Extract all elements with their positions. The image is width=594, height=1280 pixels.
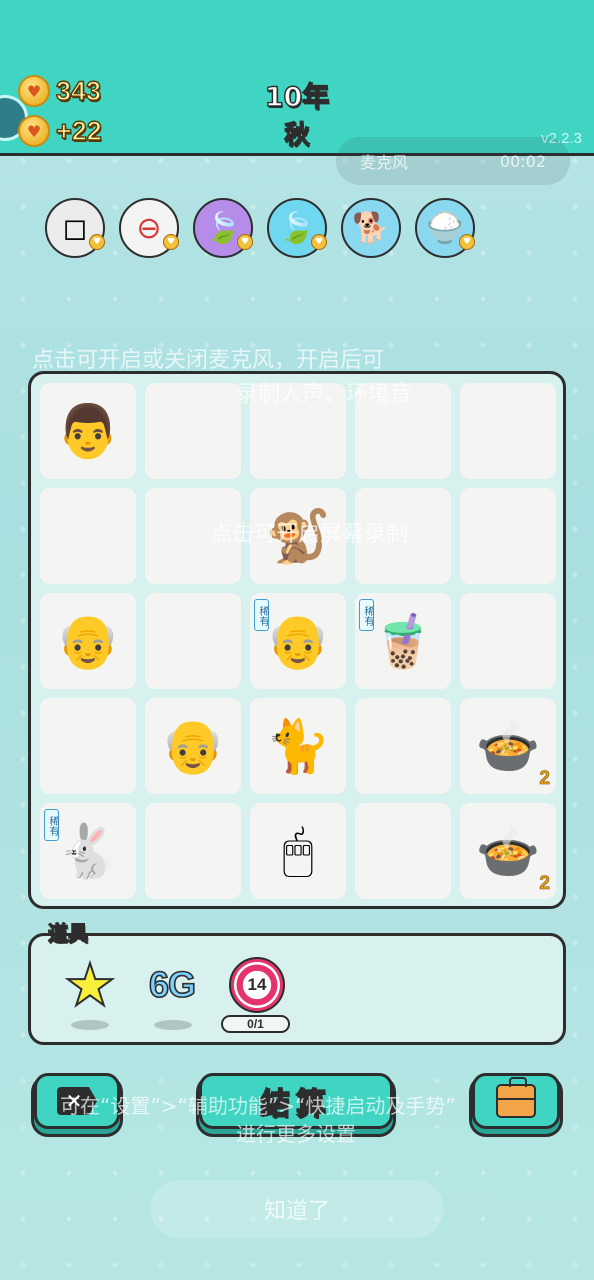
heart-badge-icon: ♥ <box>89 234 105 250</box>
settle-label: 结算 <box>259 1086 332 1123</box>
coin-icon: ♥ <box>18 75 50 107</box>
board-cell[interactable] <box>460 488 556 584</box>
tool-shadow <box>154 1020 192 1030</box>
got-it-button[interactable]: 知道了 <box>150 1180 444 1238</box>
income-value: +22 <box>55 115 102 146</box>
exit-button[interactable]: ✕ <box>34 1073 120 1129</box>
rare-badge: 稀有 <box>359 599 374 631</box>
star-tool[interactable]: ★ <box>60 955 120 1015</box>
board-cell[interactable]: 🖱 <box>250 803 346 899</box>
heart-badge-icon: ♥ <box>163 234 179 250</box>
soup-bowl-icon: 🍲 <box>475 821 541 882</box>
target-progress: 0/1 <box>221 1015 290 1033</box>
computer-mouse-icon: 🖱 <box>282 820 314 881</box>
target-count: 14 <box>247 975 267 994</box>
bubble-tea-icon: 🧋 <box>370 611 436 672</box>
coin-value: 343 <box>55 75 102 106</box>
top-bar: ♥ 343 ♥ +22 10年 秋 v2.2.3 <box>0 0 594 156</box>
board-cell[interactable]: 👴 稀有 <box>250 593 346 689</box>
board-cell[interactable] <box>355 698 451 794</box>
coin-counter: ♥ 343 <box>18 75 102 107</box>
year-label: 10年 <box>264 81 330 113</box>
heart-badge-icon: ♥ <box>459 234 475 250</box>
game-board: 👨 🐒 👴 👴 稀有 🧋 稀有 👴 🐈 🍲 2 🐇 稀有 🖱 🍲 2 <box>28 371 566 909</box>
board-cell[interactable] <box>250 383 346 479</box>
inventory-button[interactable] <box>472 1073 560 1129</box>
mic-label: 麦克风 <box>360 153 409 172</box>
board-cell[interactable]: 🍲 2 <box>460 803 556 899</box>
monkey-icon: 🐒 <box>265 506 331 567</box>
grandpa-icon: 👴 <box>265 611 331 672</box>
board-cell[interactable] <box>355 383 451 479</box>
sixg-tool[interactable]: 6G <box>142 955 202 1015</box>
target-tool[interactable]: 14 <box>227 955 287 1015</box>
board-cell[interactable] <box>355 803 451 899</box>
board-cell[interactable]: 👨 <box>40 383 136 479</box>
target-icon: 14 <box>229 957 285 1013</box>
board-cell[interactable] <box>145 383 241 479</box>
leaf-icon[interactable]: 🍃 ♥ <box>267 198 327 258</box>
board-cell[interactable] <box>145 803 241 899</box>
heart-badge-icon: ♥ <box>311 234 327 250</box>
soup-bowl-icon: 🍲 <box>475 716 541 777</box>
board-cell[interactable]: 🧋 稀有 <box>355 593 451 689</box>
sixg-icon: 6G <box>148 963 197 1006</box>
tool-shadow <box>71 1020 109 1030</box>
heart-badge-icon: ♥ <box>237 234 253 250</box>
rare-badge: 稀有 <box>254 599 269 631</box>
briefcase-icon <box>496 1077 536 1118</box>
coin-icon: ♥ <box>18 115 50 147</box>
effects-row: ◻ ♥ ⊖ ♥ 🍃 ♥ 🍃 ♥ 🐕 🍚 ♥ <box>45 198 475 258</box>
settle-button[interactable]: 结算 <box>199 1073 393 1129</box>
star-icon: ★ <box>63 951 117 1019</box>
board-cell[interactable] <box>460 593 556 689</box>
sugar-cubes-icon[interactable]: ◻ ♥ <box>45 198 105 258</box>
grandpa-glasses-icon: 👴 <box>160 716 226 777</box>
minus-sign-icon[interactable]: ⊖ ♥ <box>119 198 179 258</box>
mic-recording-pill[interactable]: 麦克风 00:02 <box>336 137 570 185</box>
board-cell[interactable] <box>145 593 241 689</box>
board-cell[interactable]: 🐇 稀有 <box>40 803 136 899</box>
dog-icon[interactable]: 🐕 <box>341 198 401 258</box>
income-counter: ♥ +22 <box>18 115 103 147</box>
man-face-icon: 👨 <box>55 401 121 462</box>
exit-icon: ✕ <box>57 1087 97 1115</box>
board-cell[interactable] <box>40 488 136 584</box>
grandpa-glasses-icon: 👴 <box>55 611 121 672</box>
board-cell[interactable] <box>460 383 556 479</box>
item-count: 2 <box>539 768 550 790</box>
rabbit-icon: 🐇 <box>55 821 121 882</box>
board-cell[interactable]: 🐒 <box>250 488 346 584</box>
board-cell[interactable] <box>145 488 241 584</box>
leaf-icon[interactable]: 🍃 ♥ <box>193 198 253 258</box>
mic-hint-text: 点击可开启或关闭麦克风，开启后可 <box>32 348 385 373</box>
board-cell[interactable] <box>355 488 451 584</box>
board-cell[interactable]: 🐈 <box>250 698 346 794</box>
tools-title: 道具 <box>47 920 88 945</box>
cat-icon: 🐈 <box>265 716 331 777</box>
item-count: 2 <box>539 873 550 895</box>
rice-bowl-icon[interactable]: 🍚 ♥ <box>415 198 475 258</box>
board-cell[interactable]: 👴 <box>40 593 136 689</box>
board-cell[interactable] <box>40 698 136 794</box>
board-cell[interactable]: 👴 <box>145 698 241 794</box>
rare-badge: 稀有 <box>44 809 59 841</box>
mic-timer: 00:02 <box>499 151 546 171</box>
board-cell[interactable]: 🍲 2 <box>460 698 556 794</box>
